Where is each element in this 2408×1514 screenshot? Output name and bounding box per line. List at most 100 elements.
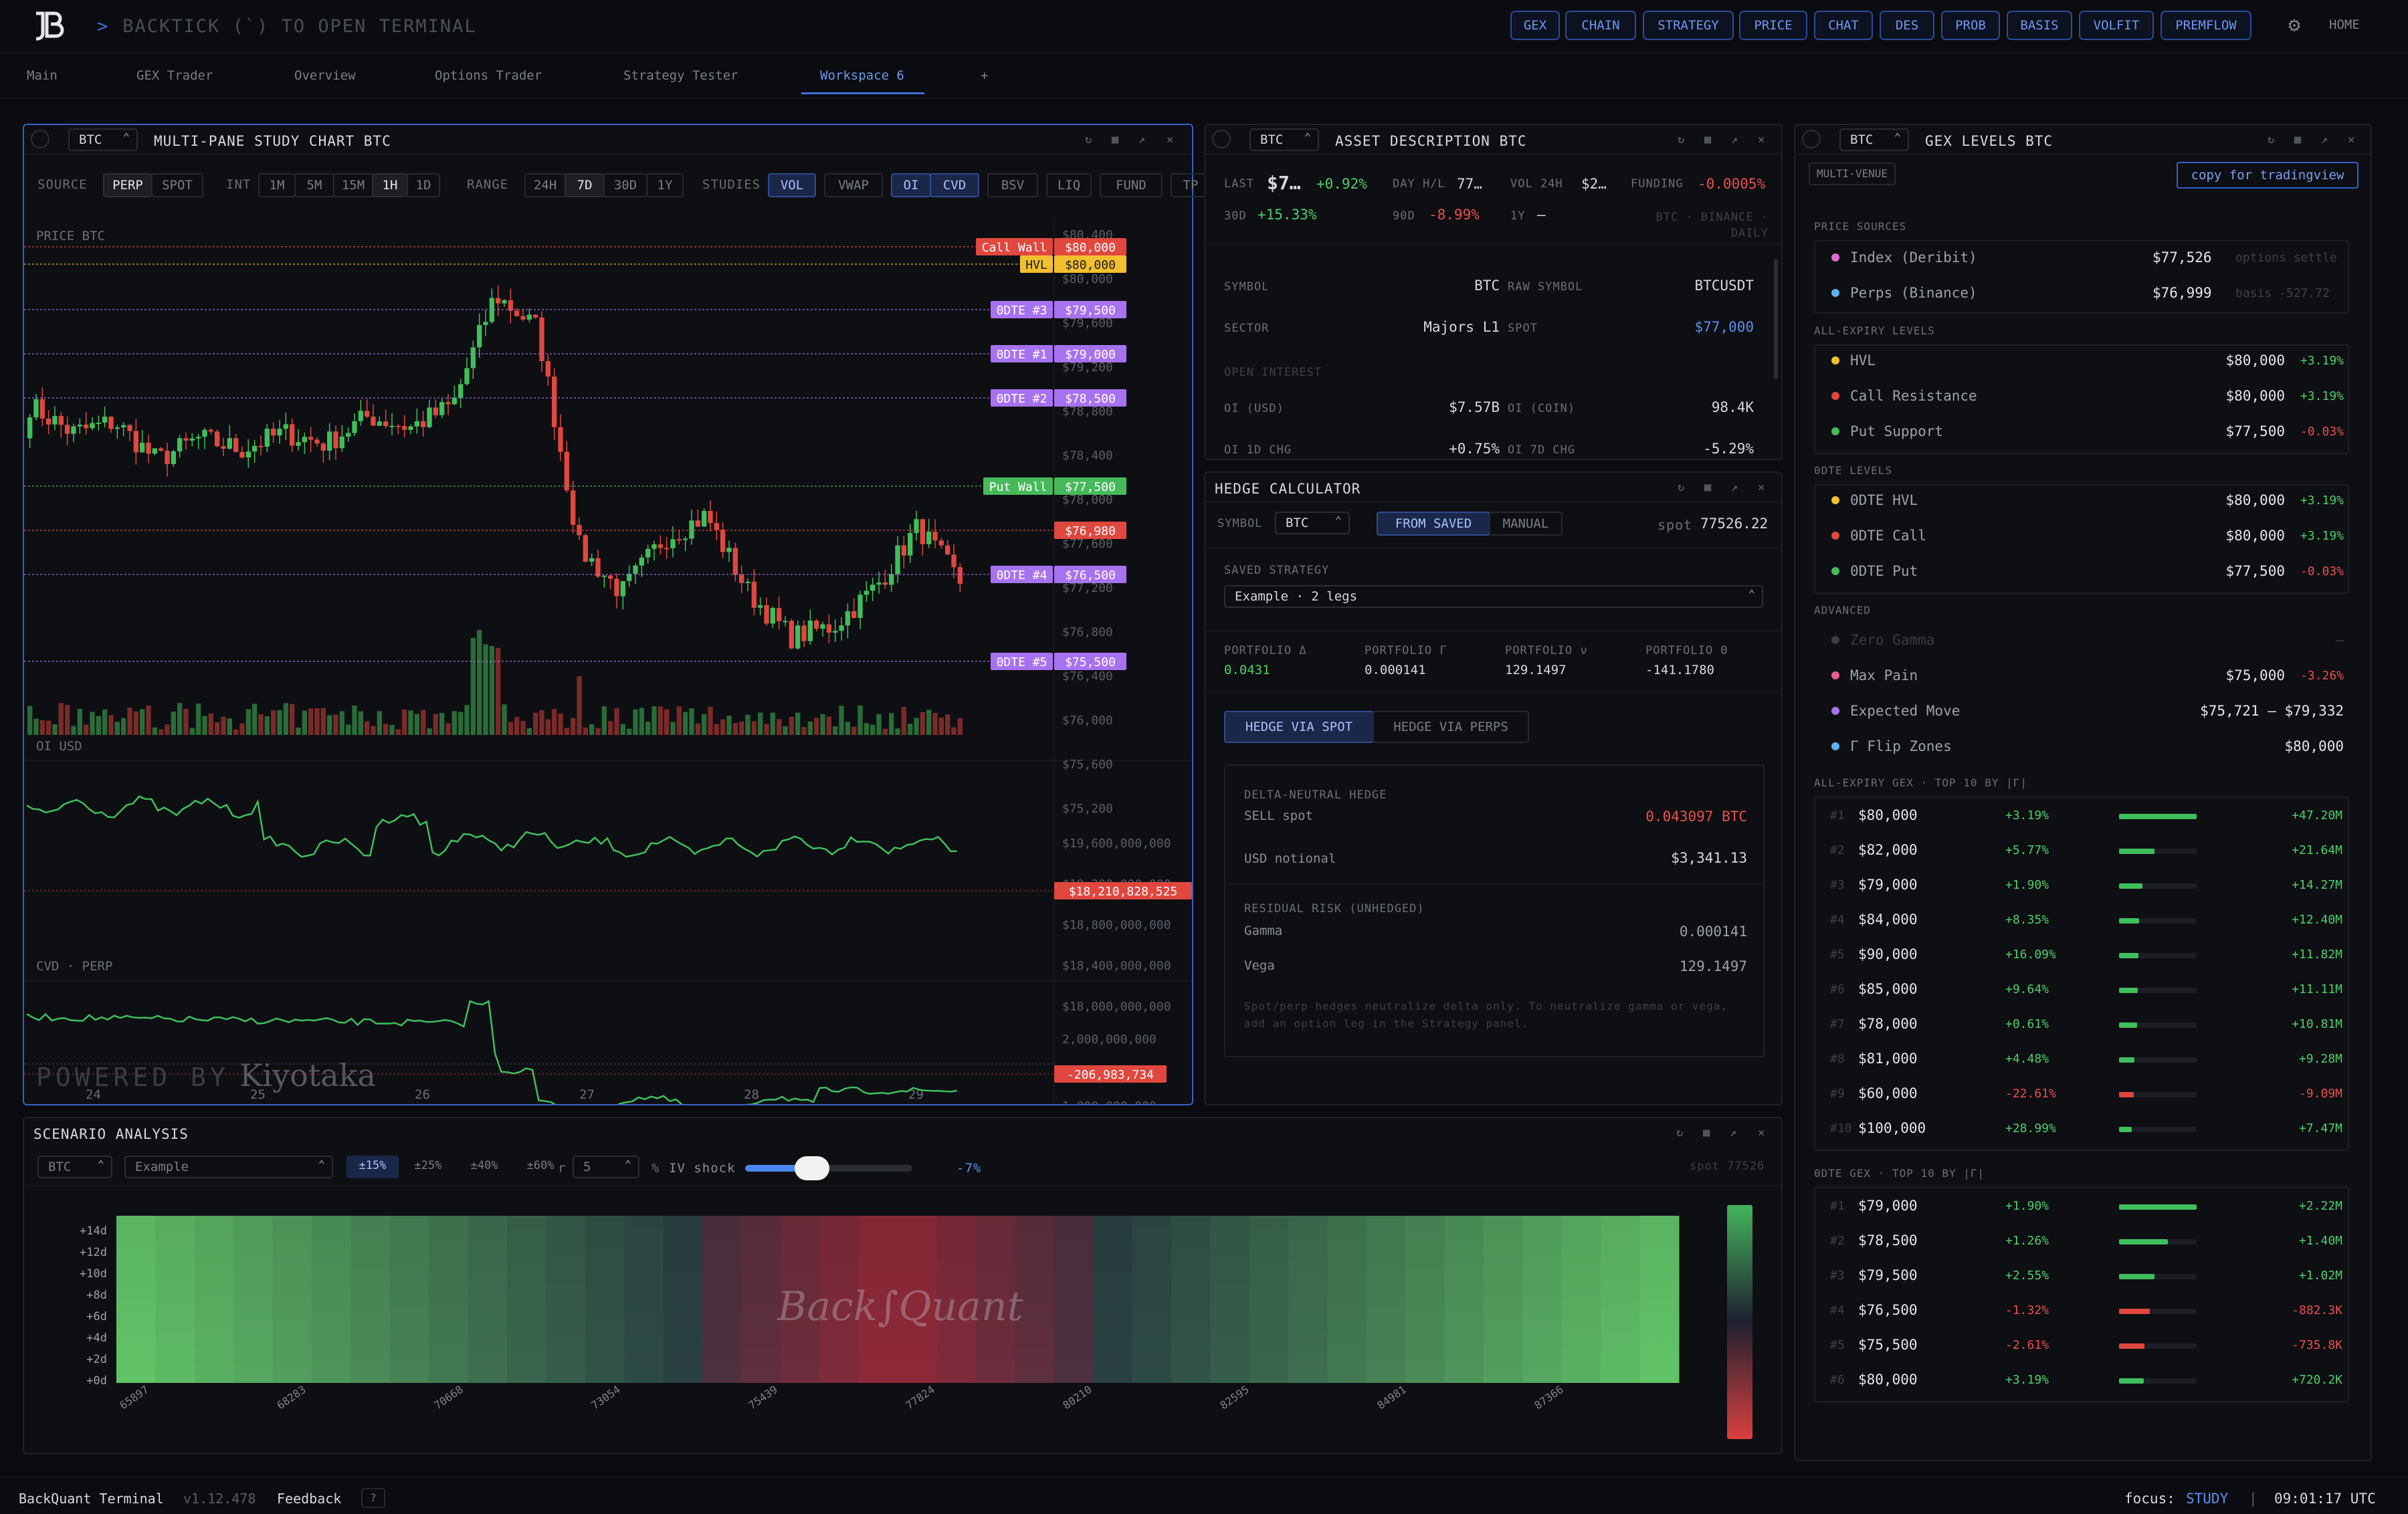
range-btn-1[interactable]: ±25%: [400, 1156, 456, 1178]
pill-chat[interactable]: CHAT: [1814, 11, 1873, 40]
tab-3[interactable]: Options Trader: [435, 68, 542, 83]
gex-top-row[interactable]: #4 $76,500 -1.32% -882.3K: [1817, 1294, 2352, 1327]
slider-thumb[interactable]: [795, 1156, 829, 1180]
panel-link-icon[interactable]: [1212, 130, 1231, 148]
gex-symbol-select[interactable]: BTC: [1839, 128, 1909, 151]
gex-level-row[interactable]: Γ Flip Zones $80,000: [1817, 730, 2352, 764]
gex-top-row[interactable]: #2 $78,500 +1.26% +1.40M: [1817, 1224, 2352, 1258]
refresh-icon[interactable]: ↻: [1676, 1126, 1683, 1140]
close-icon[interactable]: ✕: [1167, 133, 1173, 146]
study-toggle-bsv[interactable]: BSV: [987, 173, 1038, 197]
scrollbar[interactable]: [1774, 259, 1778, 379]
iv-shock-slider[interactable]: [745, 1156, 912, 1180]
layout-icon[interactable]: ▦: [1112, 133, 1118, 146]
refresh-icon[interactable]: ↻: [1678, 133, 1684, 146]
toolbar-btn-1d[interactable]: 1D: [407, 173, 440, 197]
gex-top-row[interactable]: #8 $81,000 +4.48% +9.28M: [1817, 1043, 2352, 1076]
close-icon[interactable]: ✕: [2348, 133, 2354, 146]
hedge-symbol-select[interactable]: BTC: [1275, 511, 1350, 534]
gex-top-row[interactable]: #1 $80,000 +3.19% +47.20M: [1817, 799, 2352, 833]
gex-level-row[interactable]: 0DTE Put $77,500 -0.03%: [1817, 555, 2352, 588]
study-toggle-vol[interactable]: VOL: [768, 173, 816, 197]
pill-des[interactable]: DES: [1880, 11, 1934, 40]
help-button[interactable]: ?: [361, 1488, 385, 1508]
gex-top-row[interactable]: #3 $79,000 +1.90% +14.27M: [1817, 869, 2352, 902]
study-toggle-liq[interactable]: LIQ: [1046, 173, 1092, 197]
hedge-via-perps-tab[interactable]: HEDGE VIA PERPS: [1373, 711, 1529, 743]
asset-symbol-select[interactable]: BTC: [1249, 128, 1319, 151]
gex-level-row[interactable]: Put Support $77,500 -0.03%: [1817, 415, 2352, 449]
gex-level-row[interactable]: Call Resistance $80,000 +3.19%: [1817, 380, 2352, 413]
tab-6[interactable]: +: [981, 68, 988, 83]
gex-top-row[interactable]: #4 $84,000 +8.35% +12.40M: [1817, 903, 2352, 937]
popout-icon[interactable]: ↗: [2321, 133, 2328, 146]
panel-link-icon[interactable]: [1802, 130, 1821, 148]
manual-toggle[interactable]: MANUAL: [1489, 512, 1563, 536]
close-icon[interactable]: ✕: [1758, 1126, 1765, 1140]
price-source-row[interactable]: Index (Deribit) $77,526 options settle: [1817, 241, 2352, 275]
pill-volfit[interactable]: VOLFIT: [2079, 11, 2154, 40]
tab-2[interactable]: Overview: [294, 68, 356, 83]
gex-level-row[interactable]: Expected Move $75,721 — $79,332: [1817, 695, 2352, 728]
refresh-icon[interactable]: ↻: [2268, 133, 2274, 146]
gex-top-row[interactable]: #6 $80,000 +3.19% +720.2K: [1817, 1364, 2352, 1397]
popout-icon[interactable]: ↗: [1731, 481, 1738, 494]
feedback-link[interactable]: Feedback: [277, 1491, 341, 1507]
popout-icon[interactable]: ↗: [1731, 133, 1738, 146]
settings-gear-icon[interactable]: ⚙: [2282, 13, 2306, 37]
copy-tradingview-button[interactable]: copy for tradingview: [2177, 162, 2359, 189]
toolbar-btn-15m[interactable]: 15M: [333, 173, 373, 197]
study-toggle-cvd[interactable]: CVD: [930, 173, 979, 197]
close-icon[interactable]: ✕: [1758, 481, 1765, 494]
toolbar-btn-1m[interactable]: 1M: [258, 173, 296, 197]
layout-icon[interactable]: ▦: [1704, 133, 1711, 146]
gex-level-row[interactable]: HVL $80,000 +3.19%: [1817, 344, 2352, 378]
toolbar-btn-spot[interactable]: SPOT: [151, 173, 203, 197]
toolbar-btn-1y[interactable]: 1Y: [646, 173, 684, 197]
popout-icon[interactable]: ↗: [1730, 1126, 1736, 1140]
toolbar-btn-30d[interactable]: 30D: [603, 173, 647, 197]
scenario-heatmap[interactable]: +14d +12d +10d +8d +6d +4d +2d +0d 65897 68283 706…: [24, 1189, 1781, 1453]
layout-icon[interactable]: ▦: [2294, 133, 2301, 146]
gex-top-row[interactable]: #5 $90,000 +16.09% +11.82M: [1817, 938, 2352, 972]
tab-4[interactable]: Strategy Tester: [623, 68, 738, 83]
pill-basis[interactable]: BASIS: [2007, 11, 2072, 40]
gex-top-row[interactable]: #1 $79,000 +1.90% +2.22M: [1817, 1190, 2352, 1223]
refresh-icon[interactable]: ↻: [1085, 133, 1092, 146]
pill-strategy[interactable]: STRATEGY: [1643, 11, 1734, 40]
gex-top-row[interactable]: #5 $75,500 -2.61% -735.8K: [1817, 1329, 2352, 1362]
gex-top-row[interactable]: #10 $100,000 +28.99% +7.47M: [1817, 1112, 2352, 1146]
toolbar-btn-7d[interactable]: 7D: [565, 173, 605, 197]
tab-1[interactable]: GEX Trader: [136, 68, 213, 83]
gex-level-row[interactable]: 0DTE HVL $80,000 +3.19%: [1817, 484, 2352, 518]
study-symbol-select[interactable]: BTC: [68, 128, 138, 151]
toolbar-btn-24h[interactable]: 24H: [524, 173, 566, 197]
pill-prob[interactable]: PROB: [1941, 11, 2000, 40]
toolbar-btn-1h[interactable]: 1H: [372, 173, 408, 197]
range-btn-0[interactable]: ±15%: [346, 1156, 399, 1178]
tab-0[interactable]: Main: [27, 68, 58, 83]
pill-chain[interactable]: CHAIN: [1565, 11, 1636, 40]
app-logo[interactable]: [32, 9, 67, 44]
gex-top-row[interactable]: #7 $78,000 +0.61% +10.81M: [1817, 1008, 2352, 1041]
refresh-icon[interactable]: ↻: [1678, 481, 1684, 494]
gex-top-row[interactable]: #2 $82,000 +5.77% +21.64M: [1817, 834, 2352, 867]
layout-icon[interactable]: ▦: [1704, 481, 1711, 494]
tab-5[interactable]: Workspace 6: [820, 68, 904, 83]
study-toggle-vwap[interactable]: VWAP: [824, 173, 883, 197]
gex-top-row[interactable]: #3 $79,500 +2.55% +1.02M: [1817, 1259, 2352, 1293]
scenario-symbol-select[interactable]: BTC: [37, 1155, 112, 1178]
pill-premflow[interactable]: PREMFLOW: [2161, 11, 2251, 40]
price-source-row[interactable]: Perps (Binance) $76,999 basis -527.72: [1817, 277, 2352, 310]
pill-price[interactable]: PRICE: [1739, 11, 1807, 40]
from-saved-toggle[interactable]: FROM SAVED: [1377, 512, 1490, 536]
range-btn-2[interactable]: ±40%: [456, 1156, 512, 1178]
panel-link-icon[interactable]: [31, 130, 49, 148]
gex-level-row[interactable]: Zero Gamma —: [1817, 624, 2352, 657]
popout-icon[interactable]: ↗: [1138, 133, 1145, 146]
hedge-via-spot-tab[interactable]: HEDGE VIA SPOT: [1224, 711, 1374, 743]
study-toggle-oi[interactable]: OI: [891, 173, 931, 197]
toolbar-btn-perp[interactable]: PERP: [103, 173, 153, 197]
saved-strategy-select[interactable]: Example · 2 legs: [1224, 584, 1763, 608]
study-chart[interactable]: PRICE BTCOI USDCVD · PERP$80,400$80,000$…: [24, 219, 1192, 1104]
